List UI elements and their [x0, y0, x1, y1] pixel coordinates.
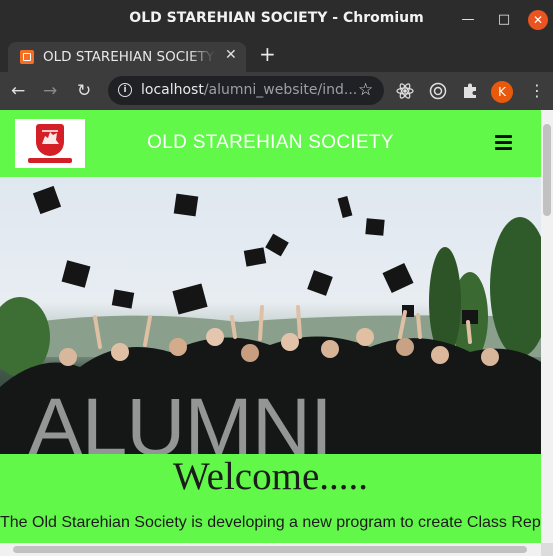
extension-target-icon[interactable]: [429, 82, 447, 100]
horizontal-scrollbar[interactable]: [0, 543, 541, 556]
xampp-favicon-icon: [20, 50, 34, 64]
tab-active[interactable]: OLD STAREHIAN SOCIETY ✕: [8, 42, 246, 72]
vertical-scroll-thumb[interactable]: [543, 124, 551, 216]
welcome-heading: Welcome.....: [172, 455, 369, 498]
crest-banner: [28, 158, 72, 163]
reload-icon[interactable]: ↻: [77, 81, 91, 101]
extensions-puzzle-icon[interactable]: [461, 82, 479, 100]
site-navbar: OLD STAREHIAN SOCIETY: [0, 110, 541, 177]
vertical-scrollbar[interactable]: [541, 110, 553, 543]
browser-toolbar: ← → ↻ i localhost/alumni_website/ind... …: [0, 72, 553, 110]
address-bar[interactable]: i localhost/alumni_website/ind... ☆: [108, 76, 384, 105]
scrollbar-corner: [541, 543, 553, 556]
maximize-icon[interactable]: □: [494, 10, 514, 30]
horizontal-scroll-thumb[interactable]: [13, 546, 527, 553]
profile-avatar[interactable]: K: [491, 81, 513, 103]
back-icon[interactable]: ←: [11, 81, 25, 101]
intro-paragraph: The Old Starehian Society is developing …: [0, 514, 541, 531]
bookmark-star-icon[interactable]: ☆: [358, 80, 373, 100]
forward-icon[interactable]: →: [43, 81, 57, 101]
hero-graduates-image: ALUMNI: [0, 177, 541, 454]
hero-alumni-text: ALUMNI: [28, 382, 333, 455]
tab-strip: OLD STAREHIAN SOCIETY ✕: [0, 38, 553, 72]
site-info-icon[interactable]: i: [118, 83, 132, 97]
tab-close-icon[interactable]: ✕: [225, 47, 237, 63]
tab-label: OLD STAREHIAN SOCIETY: [43, 49, 215, 65]
hamburger-menu-icon[interactable]: [495, 135, 512, 153]
react-devtools-icon[interactable]: [396, 82, 414, 100]
web-page: OLD STAREHIAN SOCIETY ALUMNI Welcome....…: [0, 110, 541, 543]
menu-kebab-icon[interactable]: ⋮: [529, 81, 545, 101]
url-text[interactable]: localhost/alumni_website/ind...: [141, 82, 357, 98]
window-titlebar: OLD STAREHIAN SOCIETY - Chromium — □ ✕: [0, 0, 553, 38]
close-window-icon[interactable]: ✕: [528, 10, 548, 30]
site-title[interactable]: OLD STAREHIAN SOCIETY: [0, 132, 541, 154]
welcome-section: Welcome..... The Old Starehian Society i…: [0, 454, 541, 543]
new-tab-button[interactable]: +: [259, 42, 276, 66]
minimize-icon[interactable]: —: [458, 10, 478, 30]
